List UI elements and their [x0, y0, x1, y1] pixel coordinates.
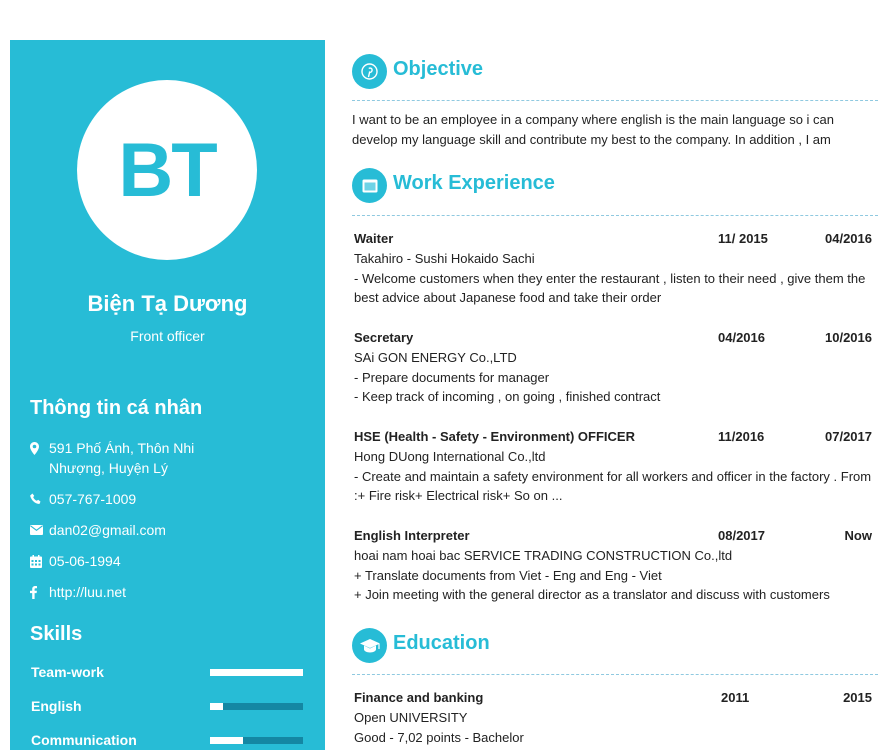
map-marker-icon	[30, 438, 49, 458]
divider	[352, 100, 878, 101]
skill-bar	[210, 737, 303, 744]
job-entry: HSE (Health - Safety - Environment) OFFI…	[354, 427, 874, 506]
skills-title: Skills	[30, 623, 83, 645]
profile-name: Biện Tạ Dương	[87, 291, 248, 316]
personal-info-title: Thông tin cá nhân	[30, 397, 203, 419]
job-entry: English Interpreter 08/2017 Now hoai nam h…	[354, 526, 874, 605]
education-header: Education	[352, 628, 878, 664]
job-position: Waiter	[354, 231, 394, 246]
envelope-icon	[30, 520, 49, 540]
job-duty: - Keep track of incoming , on going , fi…	[354, 389, 661, 404]
website-row: http://luu.net	[30, 582, 219, 602]
job-end: 04/2016	[825, 231, 872, 246]
job-position: Secretary	[354, 330, 414, 345]
job-start: 08/2017	[718, 528, 765, 543]
objective-text: I want to be an employee in a company wh…	[352, 112, 835, 147]
website-link[interactable]: http://luu.net	[49, 582, 219, 602]
education-entry: Finance and banking 2011 2015 Open UNIVERS…	[354, 688, 874, 747]
skill-row: English	[31, 696, 303, 716]
birthday-row: 05-06-1994	[30, 551, 219, 571]
objective-header: Objective	[352, 54, 878, 90]
job-duty: - Create and maintain a safety environme…	[354, 468, 872, 504]
phone-icon	[30, 489, 49, 509]
objective-title: Objective	[393, 58, 484, 80]
education-school: Open UNIVERSITY	[354, 710, 468, 725]
objective-section: Objective	[352, 54, 878, 90]
job-duty: + Join meeting with the general director…	[354, 587, 830, 602]
job-duty: - Welcome customers when they enter the …	[354, 270, 866, 306]
divider	[352, 674, 878, 675]
job-end: 10/2016	[825, 330, 872, 345]
work-section: Work Experience	[352, 168, 878, 204]
job-entry: Secretary 04/2016 10/2016 SAi GON ENERGY C…	[354, 328, 874, 407]
sidebar: BT Biện Tạ Dương Front officer Thông tin…	[10, 40, 325, 750]
phone-row: 057-767-1009	[30, 489, 219, 509]
skill-row: Team-work	[31, 662, 303, 682]
job-company: hoai nam hoai bac SERVICE TRADING CONSTR…	[354, 548, 733, 563]
job-company: Takahiro - Sushi Hokaido Sachi	[354, 251, 535, 266]
work-header: Work Experience	[352, 168, 878, 204]
skill-bar-fill	[210, 737, 244, 744]
skill-bar	[210, 703, 303, 710]
address-text: 591 Phố Ánh, Thôn Nhi Nhượng, Huyện Lý	[49, 440, 195, 476]
skill-row: Communication	[31, 730, 303, 750]
education-detail: Good - 7,02 points - Bachelor	[354, 729, 524, 745]
job-position: English Interpreter	[354, 528, 470, 543]
briefcase-icon	[352, 168, 387, 203]
job-end: Now	[844, 528, 872, 543]
facebook-icon	[30, 582, 49, 602]
skill-label: Communication	[31, 732, 137, 748]
job-entry: Waiter 11/ 2015 04/2016 Takahiro - Sushi H…	[354, 229, 874, 308]
profile-role: Front officer	[130, 328, 205, 344]
education-title: Education	[393, 632, 490, 654]
skill-bar-fill	[210, 703, 224, 710]
skill-bar	[210, 669, 303, 676]
work-title: Work Experience	[393, 172, 555, 194]
job-duty: - Prepare documents for manager	[354, 369, 550, 385]
job-start: 04/2016	[718, 330, 765, 345]
job-start: 11/2016	[718, 429, 765, 444]
skill-label: English	[31, 698, 82, 714]
skill-bar-fill	[210, 669, 303, 676]
job-company: SAi GON ENERGY Co.,LTD	[354, 350, 517, 365]
education-major: Finance and banking	[354, 690, 484, 705]
avatar: BT	[77, 80, 257, 260]
job-end: 07/2017	[825, 429, 872, 444]
divider	[352, 215, 878, 216]
job-position: HSE (Health - Safety - Environment) OFFI…	[354, 429, 635, 444]
education-section: Education	[352, 628, 878, 664]
job-start: 11/ 2015	[718, 231, 768, 246]
pinterest-icon	[352, 54, 387, 89]
birthday-text: 05-06-1994	[49, 553, 121, 569]
calendar-icon	[30, 551, 49, 571]
job-duty: + Translate documents from Viet - Eng an…	[354, 567, 662, 583]
education-end: 2015	[843, 690, 872, 705]
email-text: dan02@gmail.com	[49, 522, 166, 538]
email-row: dan02@gmail.com	[30, 520, 219, 540]
graduation-cap-icon	[352, 628, 387, 663]
address-row: 591 Phố Ánh, Thôn Nhi Nhượng, Huyện Lý	[30, 438, 219, 478]
education-start: 2011	[721, 690, 750, 705]
phone-text: 057-767-1009	[49, 491, 137, 507]
skill-label: Team-work	[31, 664, 104, 680]
job-company: Hong DUong International Co.,ltd	[354, 449, 546, 464]
avatar-initials: BT	[118, 127, 217, 213]
